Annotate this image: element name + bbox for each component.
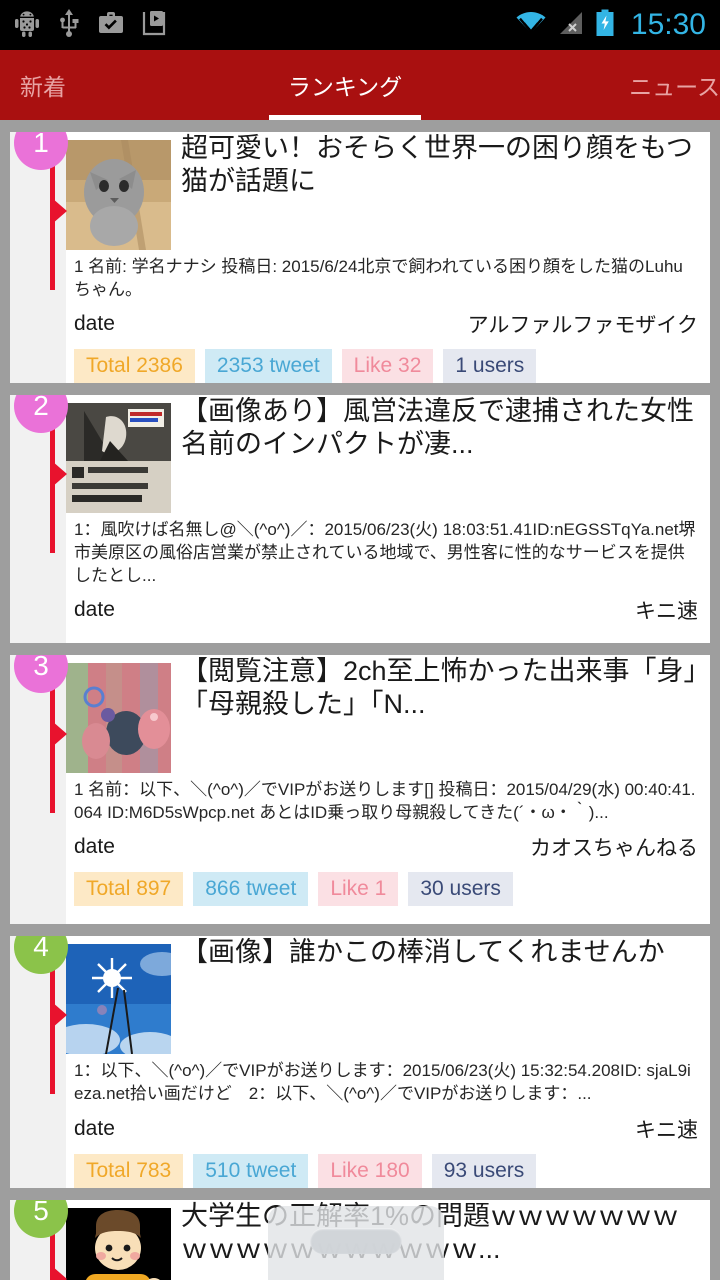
item-date: date <box>74 312 115 336</box>
item-source[interactable]: キニ速 <box>635 595 698 625</box>
rank-gutter: 4 <box>10 936 68 1188</box>
item-stats: Total 783 510 tweet Like 180 93 users <box>66 1153 698 1188</box>
drag-handle-overlay[interactable] <box>268 1206 444 1280</box>
stat-like-chip: Like 180 <box>318 1153 422 1188</box>
ducks-photo-thumbnail[interactable] <box>66 663 171 774</box>
news-screenshot-thumbnail[interactable] <box>66 403 171 514</box>
item-body: 1 名前：以下、＼(^o^)／でVIPがお送りします[] 投稿日：2015/04… <box>74 780 696 822</box>
app-install-icon <box>142 10 166 41</box>
ranking-list[interactable]: 1 超可愛い！おそらく世界一の困り顔をもつ猫が話題に 1 名前: 学名ナナシ 投… <box>0 120 720 1280</box>
android-debug-icon <box>14 9 40 42</box>
list-item[interactable]: 1 超可愛い！おそらく世界一の困り顔をもつ猫が話題に 1 名前: 学名ナナシ 投… <box>10 132 710 384</box>
rank-ribbon <box>50 413 67 554</box>
item-title[interactable]: 【画像】誰かこの棒消してくれませんか <box>181 936 665 969</box>
item-meta: date キニ速 <box>66 595 698 625</box>
tab-new[interactable]: 新着 <box>0 50 200 120</box>
rank-number: 4 <box>33 936 49 963</box>
stat-tweet-chip: 510 tweet <box>193 1153 309 1188</box>
wifi-icon <box>515 10 547 41</box>
item-meta: date アルファルファモザイク <box>66 309 698 339</box>
stat-total-chip: Total 783 <box>74 1153 184 1188</box>
rank-badge: 2 <box>14 395 68 434</box>
item-title[interactable]: 【閲覧注意】2ch至上怖かった出来事「身」「母親殺した」「N... <box>181 655 698 721</box>
item-title[interactable]: 超可愛い！おそらく世界一の困り顔をもつ猫が話題に <box>181 132 698 198</box>
rank-number: 2 <box>33 395 49 422</box>
item-meta: date カオスちゃんねる <box>66 832 698 862</box>
status-bar-left-icons <box>14 8 166 42</box>
stat-total-chip: Total 897 <box>74 872 184 907</box>
usb-icon <box>58 8 80 42</box>
tab-ranking-label: ランキング <box>287 74 403 100</box>
rank-gutter: 2 <box>10 395 68 644</box>
blue-sky-photo-thumbnail[interactable] <box>66 944 171 1055</box>
rank-badge: 4 <box>14 936 68 975</box>
rank-badge: 3 <box>14 655 68 694</box>
drag-grip-icon[interactable] <box>310 1228 402 1254</box>
tab-ranking[interactable]: ランキング <box>200 50 490 120</box>
stat-users-chip: 30 users <box>408 872 513 907</box>
item-stats: Total 2386 2353 tweet Like 32 1 users <box>66 349 698 384</box>
item-source[interactable]: アルファルファモザイク <box>468 309 698 339</box>
status-bar-clock: 15:30 <box>630 8 706 41</box>
stat-like-chip: Like 32 <box>341 349 434 384</box>
rank-number: 5 <box>33 1199 49 1226</box>
status-bar-right-icons: 15:30 <box>515 8 706 42</box>
tab-bar: 新着 ランキング ニュース <box>0 50 720 120</box>
cat-photo-thumbnail[interactable] <box>66 140 171 250</box>
rank-ribbon <box>50 673 67 814</box>
status-bar: 15:30 <box>0 0 720 50</box>
stat-tweet-chip: 2353 tweet <box>204 349 332 384</box>
stat-total-chip: Total 2386 <box>74 349 195 384</box>
briefcase-check-icon <box>98 10 124 41</box>
rank-badge: 5 <box>14 1199 68 1238</box>
tab-new-label: 新着 <box>20 74 66 100</box>
battery-charging-icon <box>595 9 615 42</box>
rank-gutter: 3 <box>10 655 68 925</box>
list-item[interactable]: 4 【画像】誰かこの棒消してくれませんか 1：以下、＼(^o^)／でVIPがお送… <box>10 936 710 1188</box>
item-date: date <box>74 835 115 859</box>
rank-gutter: 1 <box>10 132 68 384</box>
item-title[interactable]: 【画像あり】風営法違反で逮捕された女性 名前のインパクトが凄... <box>181 395 698 461</box>
no-sim-icon <box>557 10 585 41</box>
rank-badge: 1 <box>14 132 68 170</box>
item-stats: Total 897 866 tweet Like 1 30 users <box>66 872 698 907</box>
item-body: 1：以下、＼(^o^)／でVIPがお送りします：2015/06/23(火) 15… <box>74 1061 691 1104</box>
tab-news[interactable]: ニュース <box>490 50 720 120</box>
list-item[interactable]: 2 【画像あり】風営法違反で逮捕された女性 名前のインパクトが凄... 1：風吹… <box>10 395 710 644</box>
item-source[interactable]: キニ速 <box>635 1114 698 1144</box>
stat-tweet-chip: 866 tweet <box>193 872 309 907</box>
stat-like-chip: Like 1 <box>318 872 399 907</box>
rank-number: 3 <box>33 655 49 682</box>
item-body: 1：風吹けば名無し@＼(^o^)／：2015/06/23(火) 18:03:51… <box>74 520 696 585</box>
item-meta: date キニ速 <box>66 1114 698 1144</box>
rank-ribbon <box>50 954 67 1095</box>
rank-ribbon <box>50 150 67 290</box>
rank-gutter: 5 <box>10 1199 68 1280</box>
item-date: date <box>74 1116 115 1140</box>
item-body: 1 名前: 学名ナナシ 投稿日: 2015/6/24北京で飼われている困り顔をし… <box>74 257 683 299</box>
item-date: date <box>74 598 115 622</box>
tab-news-label: ニュース <box>629 74 720 100</box>
list-item[interactable]: 3 【閲覧注意】2ch至上怖かった出来事「身」「母親殺した」「N... 1 名前… <box>10 655 710 925</box>
stat-users-chip: 1 users <box>443 349 537 384</box>
stat-users-chip: 93 users <box>431 1153 537 1188</box>
item-source[interactable]: カオスちゃんねる <box>530 832 698 862</box>
rank-number: 1 <box>33 132 49 158</box>
boy-illustration-thumbnail[interactable] <box>66 1207 171 1280</box>
